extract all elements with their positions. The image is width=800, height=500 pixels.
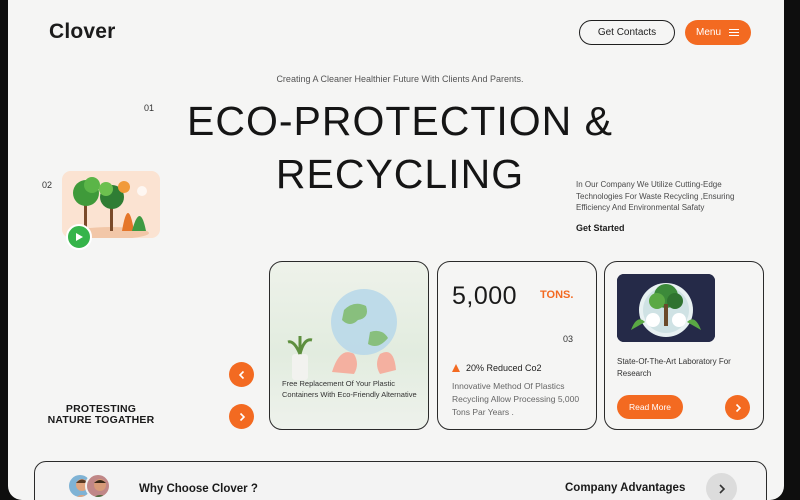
section-number-02: 02 bbox=[42, 180, 53, 190]
card1-text: Free Replacement Of Your Plastic Contain… bbox=[282, 379, 417, 399]
tons-unit: TONS. bbox=[540, 289, 574, 301]
read-more-button[interactable]: Read More bbox=[617, 395, 683, 419]
earth-hands-illustration bbox=[287, 289, 397, 380]
chevron-right-icon bbox=[239, 412, 245, 421]
tagline: Creating A Cleaner Healthier Future With… bbox=[276, 74, 524, 84]
advantages-next-button[interactable] bbox=[706, 473, 737, 500]
triangle-up-icon bbox=[452, 364, 460, 372]
protect-nature-heading: PROTESTING NATURE TOGATHER bbox=[38, 404, 164, 426]
chevron-right-icon bbox=[718, 483, 725, 494]
hamburger-icon bbox=[729, 28, 739, 37]
avatar bbox=[85, 473, 111, 499]
research-text: State-Of-The-Art Laboratory For Research bbox=[617, 357, 731, 378]
research-next-button[interactable] bbox=[725, 395, 750, 420]
hero-description: In Our Company We Utilize Cutting-Edge T… bbox=[576, 180, 735, 212]
play-icon bbox=[76, 233, 83, 241]
protect-line-2: NATURE TOGATHER bbox=[47, 414, 155, 426]
page-frame: Clover Get Contacts Menu Creating A Clea… bbox=[8, 0, 784, 500]
avatar-group bbox=[67, 473, 111, 499]
hero-title-line1: ECO-PROTECTION & bbox=[186, 98, 614, 144]
tons-value: 5,000 bbox=[452, 282, 518, 310]
logo[interactable]: Clover bbox=[49, 20, 116, 44]
get-started-link[interactable]: Get Started bbox=[576, 223, 625, 233]
laboratory-image bbox=[617, 274, 715, 342]
co2-reduction: 20% Reduced Co2 bbox=[452, 363, 542, 373]
menu-button[interactable]: Menu bbox=[685, 20, 751, 45]
company-advantages-heading: Company Advantages bbox=[565, 482, 686, 494]
menu-label: Menu bbox=[696, 27, 722, 38]
co2-reduction-label: 20% Reduced Co2 bbox=[466, 363, 542, 373]
play-button[interactable] bbox=[66, 224, 92, 250]
section-number-03: 03 bbox=[563, 334, 574, 344]
research-card[interactable]: State-Of-The-Art Laboratory For Research… bbox=[604, 261, 764, 430]
recycling-description: Innovative Method Of Plastics Recycling … bbox=[452, 381, 580, 417]
why-choose-heading: Why Choose Clover ? bbox=[139, 483, 258, 495]
prev-button[interactable] bbox=[229, 362, 254, 387]
feature-card-replacement[interactable]: Free Replacement Of Your Plastic Contain… bbox=[269, 261, 429, 430]
get-contacts-button[interactable]: Get Contacts bbox=[579, 20, 675, 45]
next-button[interactable] bbox=[229, 404, 254, 429]
chevron-left-icon bbox=[238, 370, 244, 379]
eco-globe-illustration bbox=[617, 274, 715, 342]
bottom-section: Why Choose Clover ? Company Advantages bbox=[34, 461, 767, 500]
chevron-right-icon bbox=[735, 403, 741, 412]
stats-card: 5,000 TONS. 03 20% Reduced Co2 Innovativ… bbox=[437, 261, 597, 430]
